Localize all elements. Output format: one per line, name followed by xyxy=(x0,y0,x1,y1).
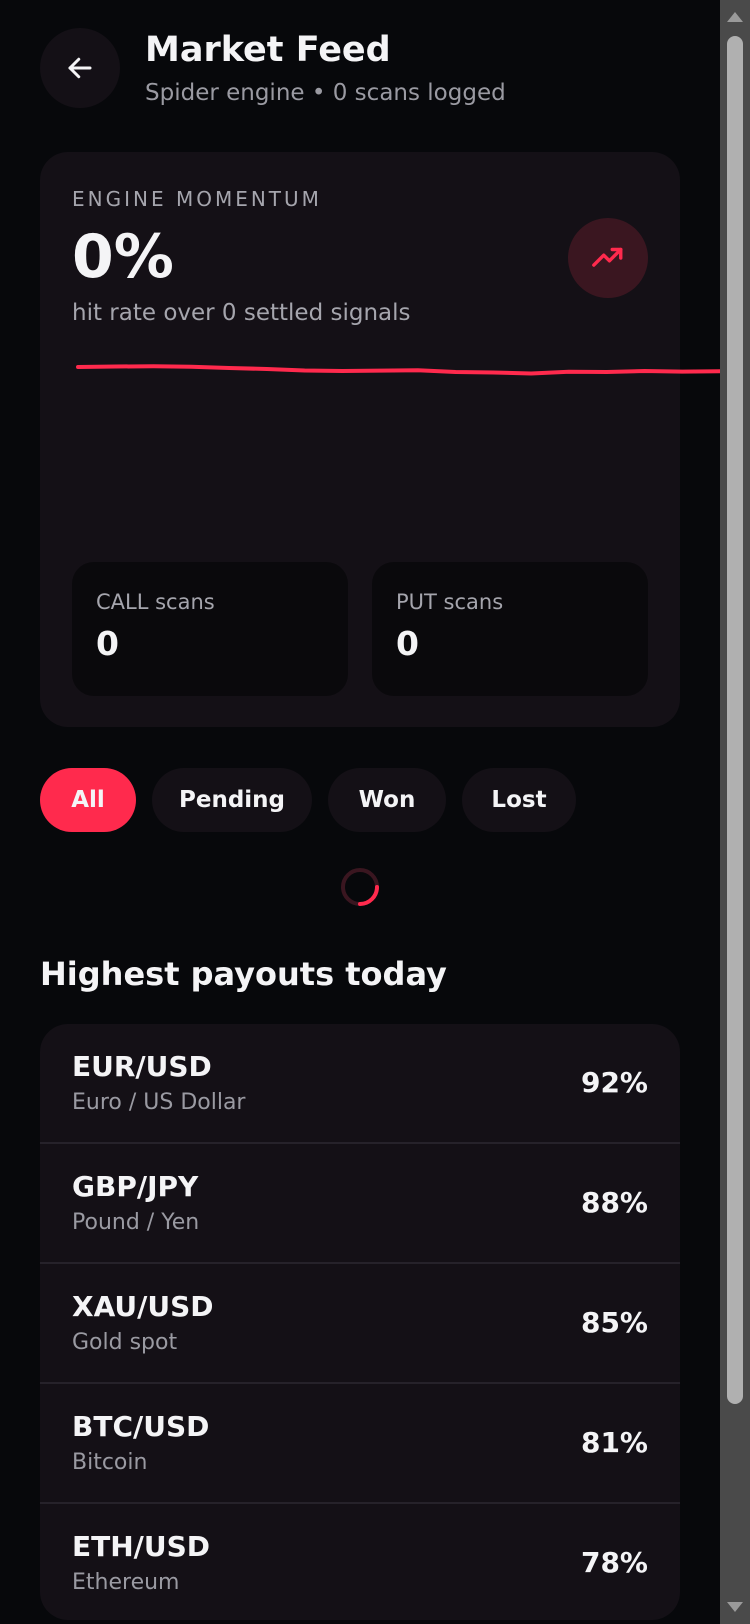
payout-percent: 81% xyxy=(580,1426,648,1459)
trend-badge xyxy=(568,218,648,298)
payout-pair-name: Pound / Yen xyxy=(72,1210,200,1235)
payout-pair: BTC/USD xyxy=(72,1410,210,1443)
momentum-sparkline xyxy=(76,364,722,376)
momentum-eyebrow: ENGINE MOMENTUM xyxy=(72,187,322,211)
hit-rate-caption: hit rate over 0 settled signals xyxy=(72,300,411,326)
call-scans-value: 0 xyxy=(96,624,119,663)
payout-pair-name: Euro / US Dollar xyxy=(72,1090,246,1115)
payout-pair: XAU/USD xyxy=(72,1290,214,1323)
page-title: Market Feed xyxy=(145,30,391,70)
engine-momentum-card: ENGINE MOMENTUM 0% hit rate over 0 settl… xyxy=(40,152,722,727)
payout-row[interactable]: EUR/USD Euro / US Dollar 92% xyxy=(40,1024,680,1144)
filter-chip-lost[interactable]: Lost xyxy=(462,768,576,832)
arrow-left-icon xyxy=(68,57,92,79)
payout-percent: 92% xyxy=(580,1066,648,1099)
payout-pair-name: Ethereum xyxy=(72,1570,180,1595)
payout-row[interactable]: XAU/USD Gold spot 85% xyxy=(40,1264,680,1384)
scrollbar[interactable] xyxy=(720,0,750,1624)
hit-rate-value: 0% xyxy=(72,222,174,292)
payout-row[interactable]: BTC/USD Bitcoin 81% xyxy=(40,1384,680,1504)
payout-percent: 85% xyxy=(580,1306,648,1339)
payout-pair: ETH/USD xyxy=(72,1530,211,1563)
page-subtitle: Spider engine • 0 scans logged xyxy=(145,80,506,106)
payout-percent: 88% xyxy=(580,1186,648,1219)
put-scans-label: PUT scans xyxy=(396,590,504,614)
call-scans-label: CALL scans xyxy=(96,590,215,614)
payout-pair: GBP/JPY xyxy=(72,1170,199,1203)
payout-list: EUR/USD Euro / US Dollar 92% GBP/JPY Pound /… xyxy=(40,1024,680,1620)
put-scans-value: 0 xyxy=(396,624,419,663)
call-scans-box: CALL scans 0 xyxy=(72,562,348,696)
payout-pair: EUR/USD xyxy=(72,1050,212,1083)
scroll-up-arrow-icon[interactable] xyxy=(727,12,743,22)
sparkline-path xyxy=(76,364,722,376)
scroll-down-arrow-icon[interactable] xyxy=(727,1602,743,1612)
payout-percent: 78% xyxy=(580,1546,648,1579)
payout-pair-name: Bitcoin xyxy=(72,1450,148,1475)
payouts-section-title: Highest payouts today xyxy=(40,955,447,993)
scroll-thumb[interactable] xyxy=(727,36,743,1404)
market-feed-screen: Market Feed Spider engine • 0 scans logg… xyxy=(0,0,750,1624)
content-area: Market Feed Spider engine • 0 scans logg… xyxy=(0,0,722,1624)
payout-pair-name: Gold spot xyxy=(72,1330,178,1355)
filter-chip-pending[interactable]: Pending xyxy=(152,768,312,832)
payout-row[interactable]: GBP/JPY Pound / Yen 88% xyxy=(40,1144,680,1264)
loading-spinner-icon xyxy=(341,868,379,906)
put-scans-box: PUT scans 0 xyxy=(372,562,648,696)
trending-up-icon xyxy=(592,247,623,267)
payout-row[interactable]: ETH/USD Ethereum 78% xyxy=(40,1504,680,1620)
back-button[interactable] xyxy=(40,28,120,108)
filter-chip-all[interactable]: All xyxy=(40,768,136,832)
filter-chip-won[interactable]: Won xyxy=(328,768,446,832)
